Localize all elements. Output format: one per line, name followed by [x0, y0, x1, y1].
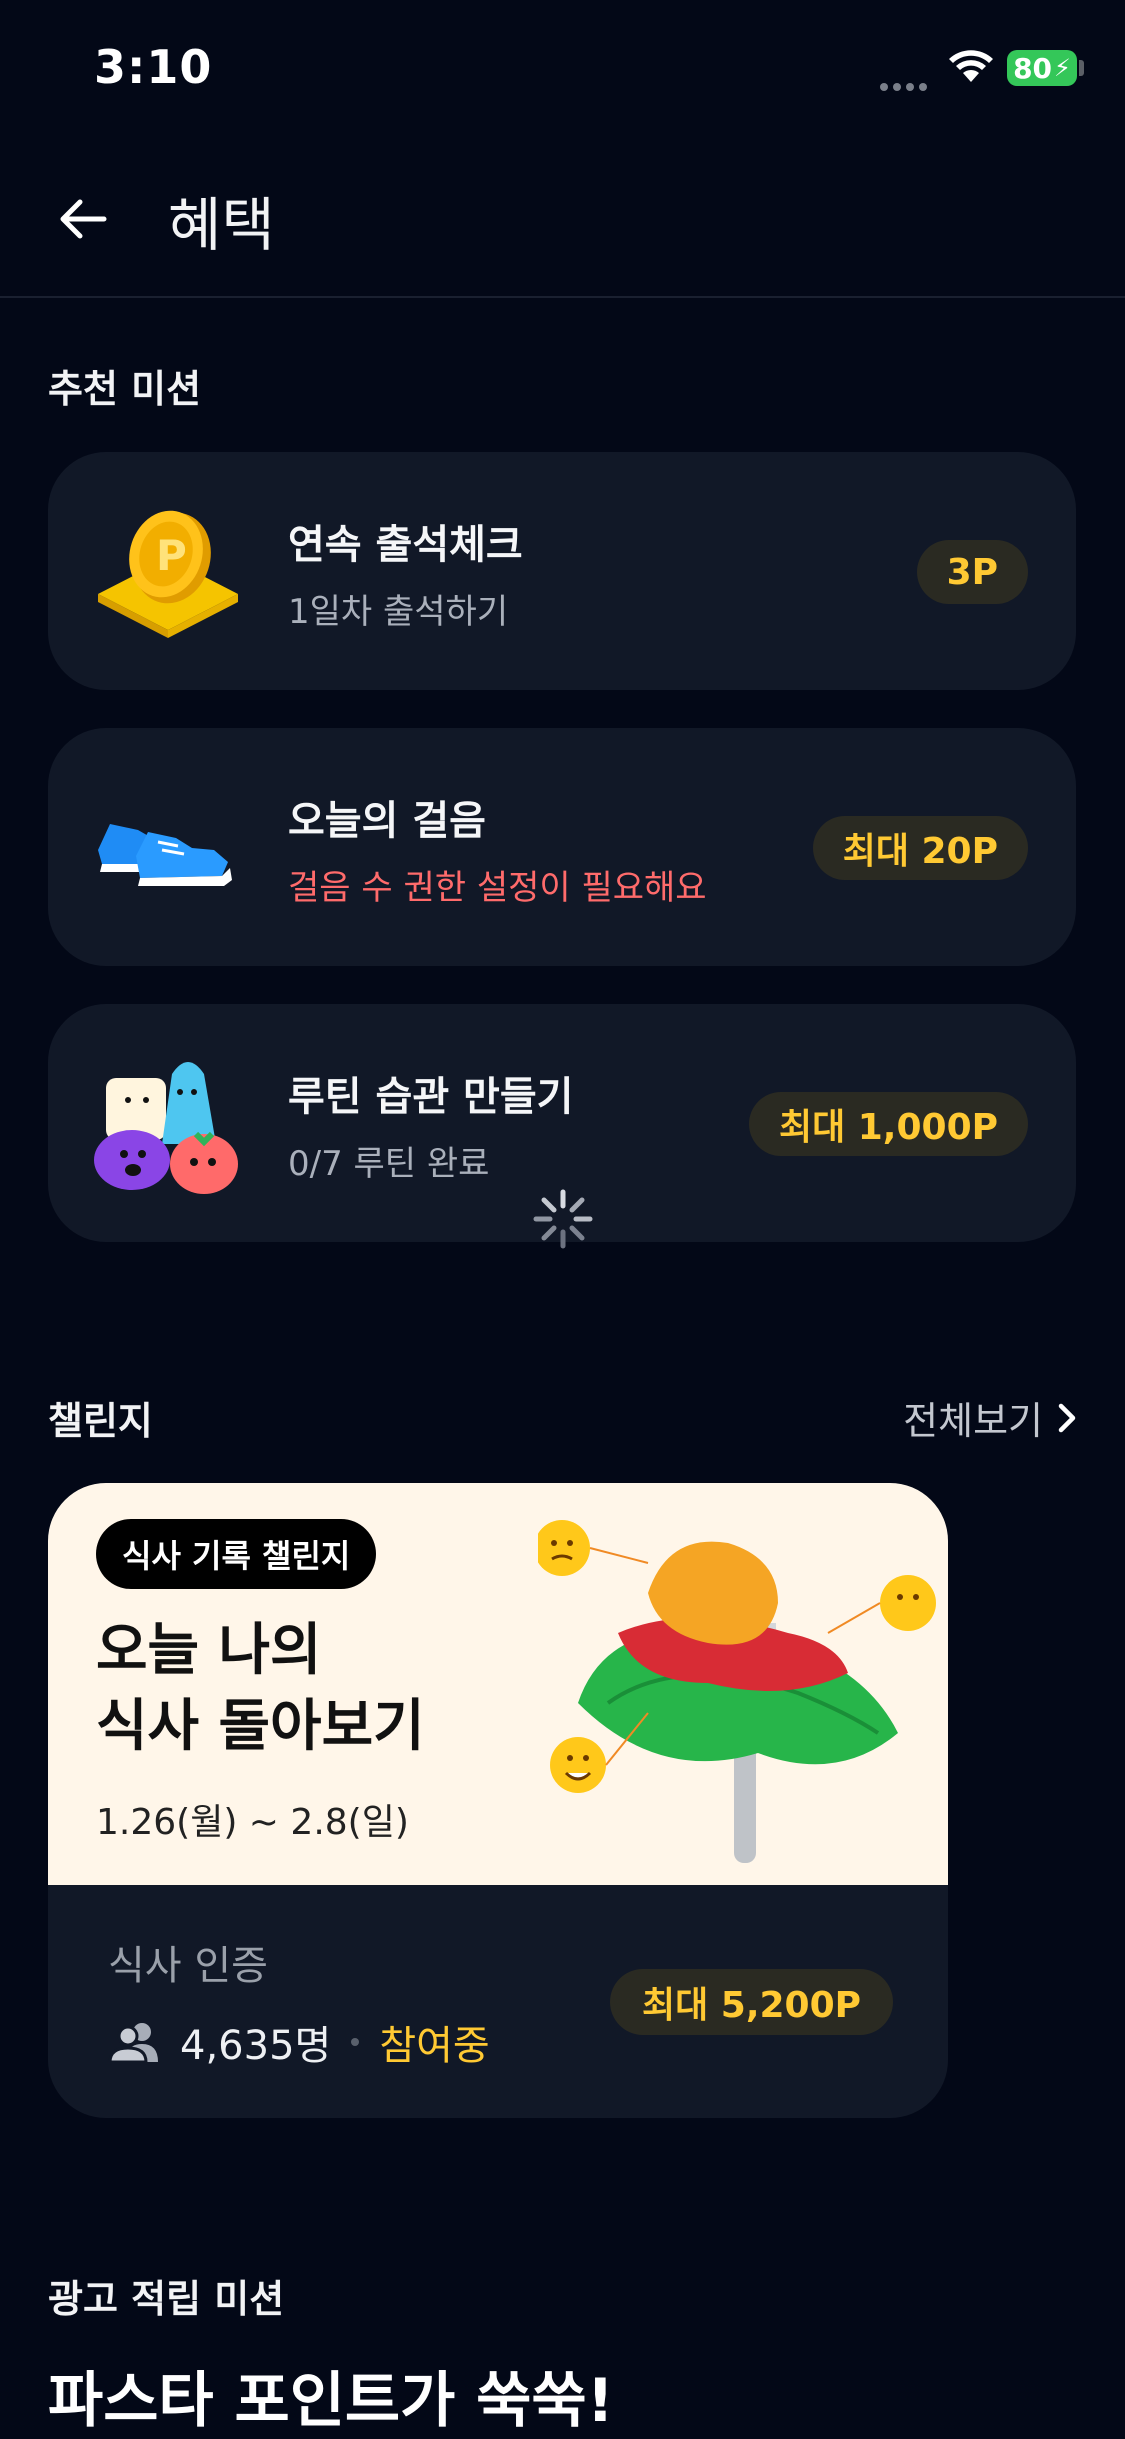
- headline-line-1: 오늘 나의: [96, 1618, 322, 1683]
- mission-card-steps[interactable]: 오늘의 걸음 걸음 수 권한 설정이 필요해요 최대 20P: [48, 728, 1076, 966]
- ad-headline: 파스타 포인트가 쑥쑥!: [48, 2366, 614, 2436]
- svg-text:P: P: [156, 531, 187, 580]
- battery-indicator: 80 ⚡: [1007, 50, 1077, 86]
- see-all-link[interactable]: 전체보기: [903, 1390, 1077, 1445]
- challenge-headline: 오늘 나의 식사 돌아보기: [96, 1613, 425, 1765]
- mission-card-attendance[interactable]: P 연속 출석체크 1일차 출석하기 3P: [48, 452, 1076, 690]
- headline-line-2: 식사 돌아보기: [96, 1694, 425, 1759]
- reward-badge: 최대 20P: [812, 816, 1028, 880]
- participants-row: 4,635명 참여중: [108, 2013, 490, 2071]
- challenge-banner: 식사 기록 챌린지 오늘 나의 식사 돌아보기 1.26(월) ~ 2.8(일): [48, 1483, 948, 1885]
- mission-subtitle-warning: 걸음 수 권한 설정이 필요해요: [288, 868, 707, 908]
- mission-title: 오늘의 걸음: [288, 798, 486, 844]
- challenge-verify-label: 식사 인증: [108, 1943, 268, 1989]
- back-arrow-icon[interactable]: [56, 192, 110, 246]
- battery-level: 80: [1013, 51, 1053, 85]
- section-title-ad-missions: 광고 적립 미션: [48, 2277, 285, 2321]
- status-bar: 3:10 80 ⚡: [0, 0, 1125, 140]
- mission-title: 연속 출석체크: [288, 522, 523, 568]
- loading-spinner-icon: [533, 1189, 593, 1249]
- section-title-recommended: 추천 미션: [48, 367, 202, 411]
- separator-dot: [351, 2038, 360, 2046]
- coin-icon: P: [98, 510, 238, 638]
- status-time: 3:10: [94, 40, 213, 94]
- challenge-card[interactable]: 식사 기록 챌린지 오늘 나의 식사 돌아보기 1.26(월) ~ 2.8(일): [48, 1483, 948, 2118]
- mission-subtitle: 0/7 루틴 완료: [288, 1144, 490, 1184]
- challenge-tag: 식사 기록 챌린지: [96, 1519, 377, 1589]
- top-navigation-bar: 혜택: [0, 140, 1125, 298]
- participation-status: 참여중: [379, 2023, 490, 2069]
- shoes-icon: [98, 824, 232, 886]
- reward-badge: 3P: [916, 540, 1028, 604]
- fork-with-food-illustration: [538, 1520, 936, 1863]
- challenge-reward-badge: 최대 5,200P: [610, 1969, 894, 2035]
- mission-subtitle: 1일차 출석하기: [288, 592, 509, 632]
- see-all-label: 전체보기: [903, 1399, 1043, 1443]
- mission-title: 루틴 습관 만들기: [288, 1074, 574, 1120]
- page-title: 혜택: [168, 191, 275, 259]
- chevron-right-icon: [1058, 1403, 1076, 1432]
- wifi-icon: [949, 50, 993, 82]
- battery-cap: [1079, 60, 1084, 76]
- challenge-period: 1.26(월) ~ 2.8(일): [96, 1802, 409, 1843]
- routine-characters-icon: [94, 1062, 238, 1194]
- cellular-signal-icon: [880, 76, 932, 91]
- participant-count: 4,635명: [180, 2023, 332, 2069]
- reward-badge: 최대 1,000P: [748, 1092, 1028, 1156]
- charging-bolt-icon: ⚡: [1054, 54, 1071, 82]
- users-icon: [108, 2023, 158, 2064]
- section-title-challenge: 챌린지: [48, 1399, 153, 1443]
